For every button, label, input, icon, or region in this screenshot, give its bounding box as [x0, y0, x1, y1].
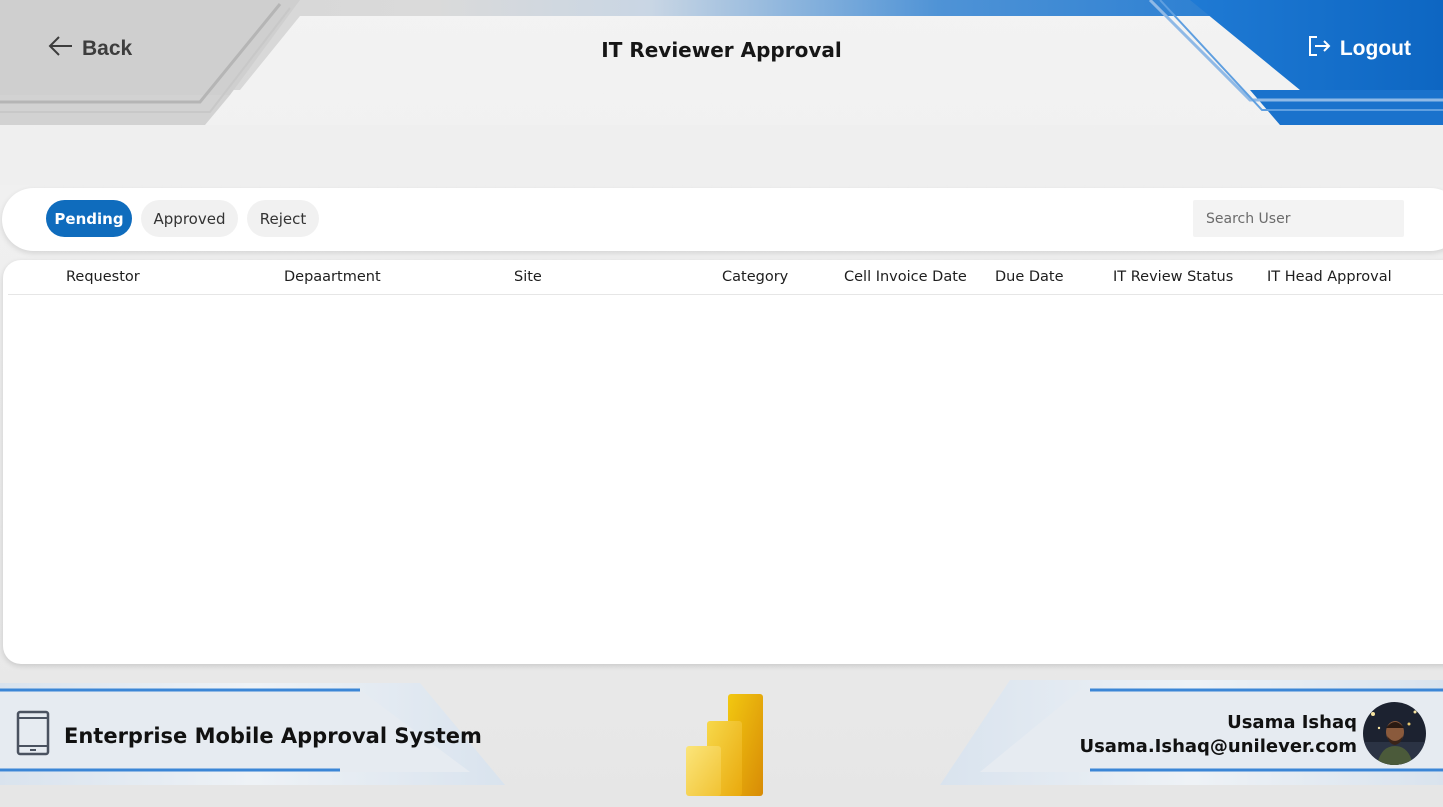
column-header-cell-invoice-date[interactable]: Cell Invoice Date: [844, 269, 967, 285]
footer-branding: Enterprise Mobile Approval System: [16, 710, 482, 761]
user-email: Usama.Ishaq@unilever.com: [1079, 736, 1357, 757]
logout-button[interactable]: Logout: [1306, 33, 1411, 65]
approval-table: Requestor Depaartment Site Category Cell…: [3, 260, 1443, 664]
column-header-it-review-status[interactable]: IT Review Status: [1113, 269, 1233, 285]
user-avatar[interactable]: [1363, 702, 1426, 765]
user-info: Usama Ishaq Usama.Ishaq@unilever.com: [1079, 711, 1357, 759]
column-header-category[interactable]: Category: [722, 269, 788, 285]
column-header-it-head-approval[interactable]: IT Head Approval: [1267, 269, 1392, 285]
user-name: Usama Ishaq: [1227, 712, 1357, 733]
column-header-department[interactable]: Depaartment: [284, 269, 381, 285]
power-bi-logo-icon: [686, 694, 763, 796]
tab-reject[interactable]: Reject: [247, 200, 319, 237]
tab-pending[interactable]: Pending: [46, 200, 132, 237]
system-name: Enterprise Mobile Approval System: [64, 723, 482, 748]
logout-icon: [1306, 34, 1332, 64]
search-user-input[interactable]: [1193, 200, 1404, 237]
page-title: IT Reviewer Approval: [601, 38, 842, 62]
logout-label: Logout: [1339, 37, 1411, 60]
column-header-requestor[interactable]: Requestor: [66, 269, 140, 285]
table-header: Requestor Depaartment Site Category Cell…: [8, 260, 1443, 295]
mobile-device-icon: [16, 710, 50, 761]
column-header-due-date[interactable]: Due Date: [995, 269, 1064, 285]
tab-approved[interactable]: Approved: [141, 200, 238, 237]
column-header-site[interactable]: Site: [514, 269, 542, 285]
table-body: [8, 295, 1443, 660]
